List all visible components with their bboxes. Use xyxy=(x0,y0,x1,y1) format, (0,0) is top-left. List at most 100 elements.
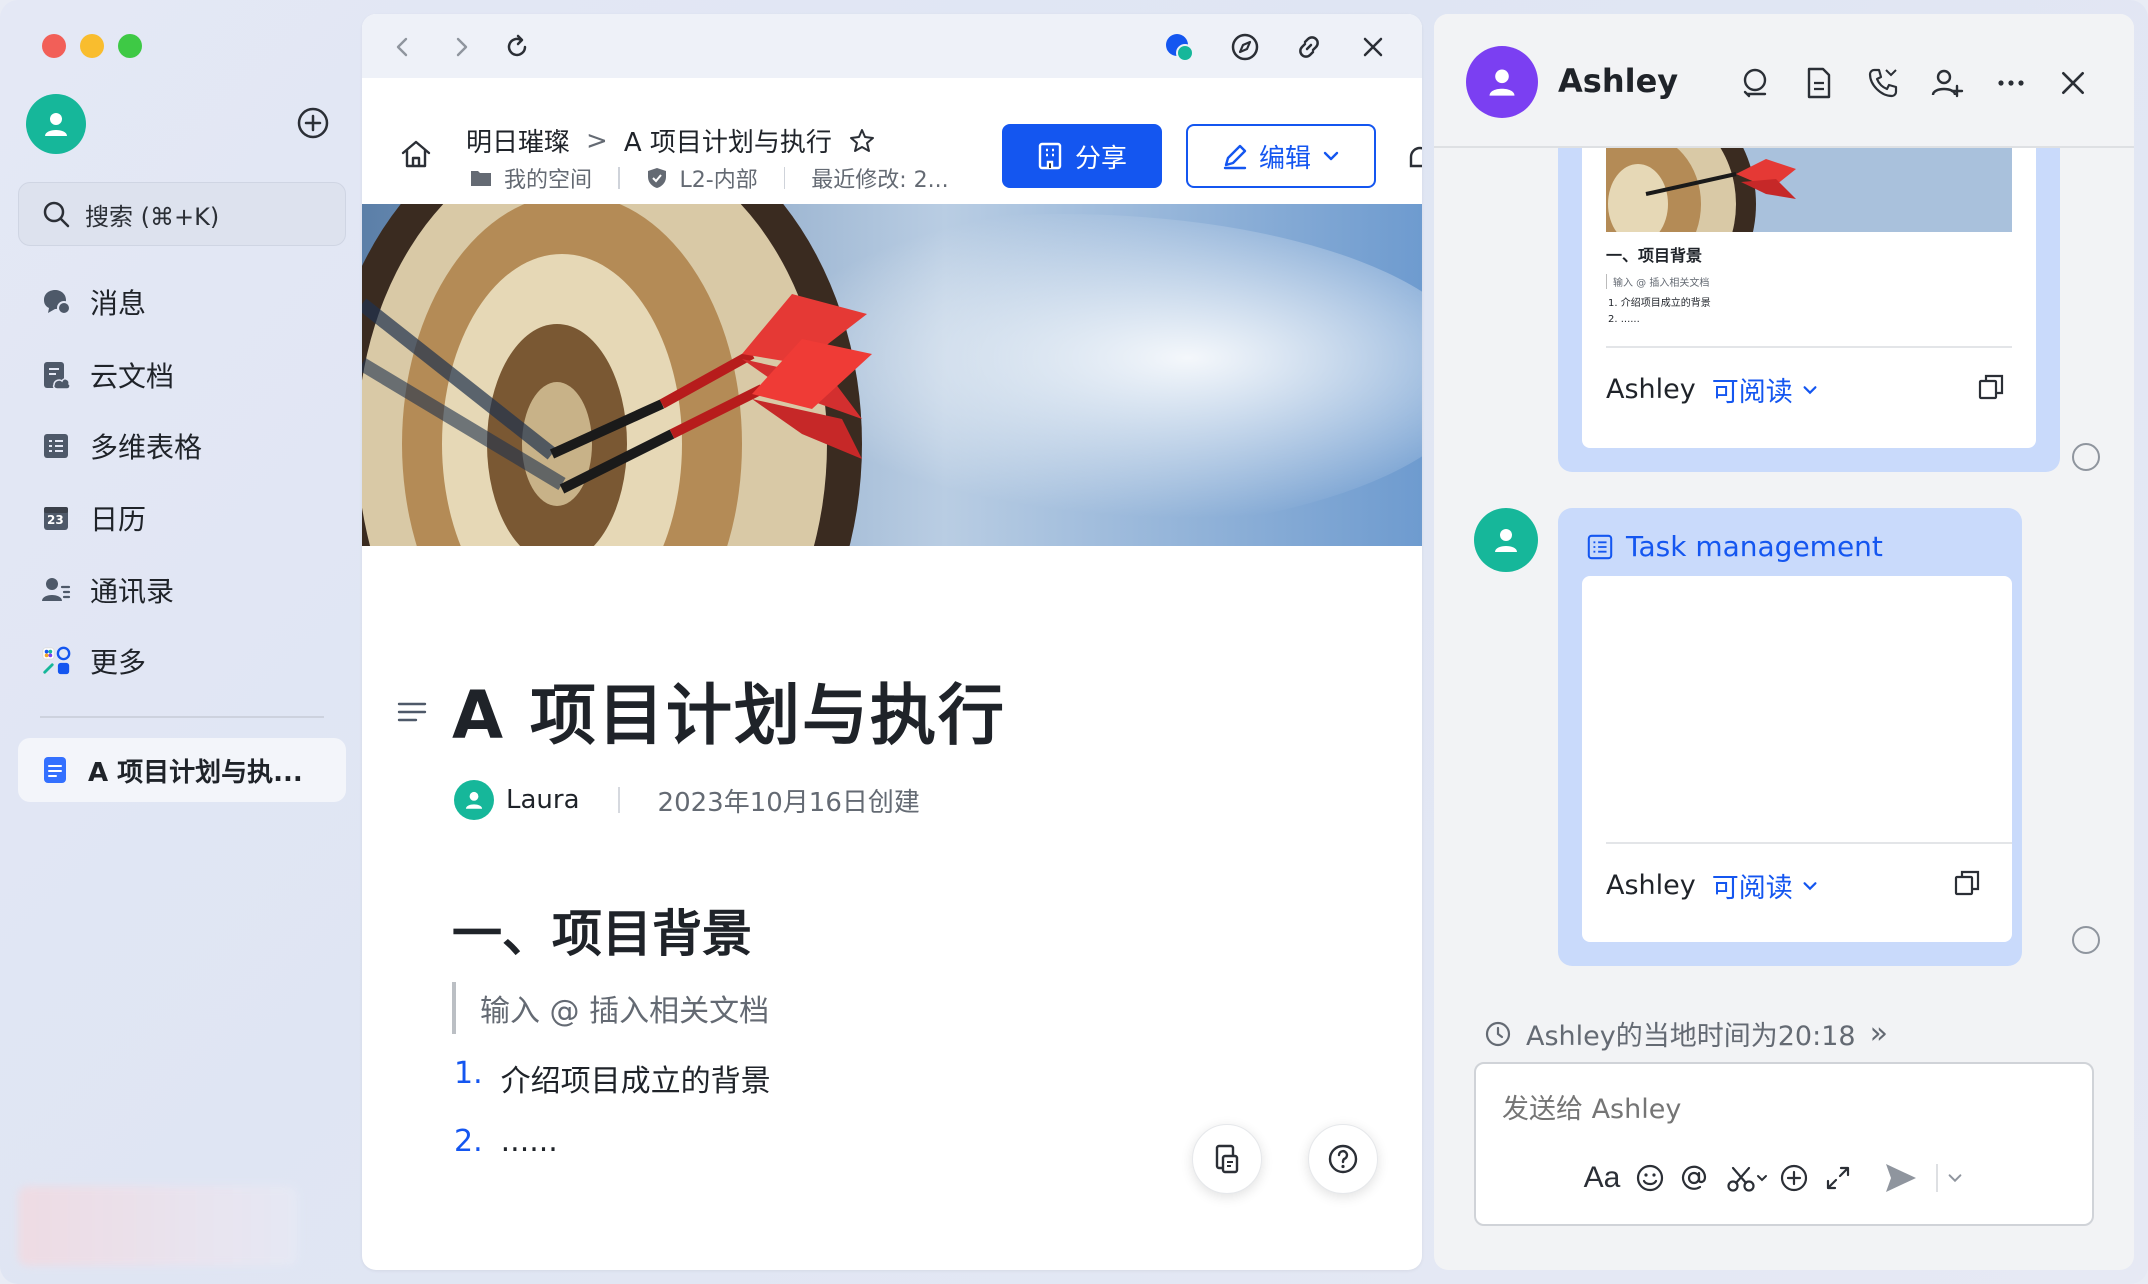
last-modified: 最近修改: 2... xyxy=(811,168,949,193)
back-button[interactable] xyxy=(386,30,420,64)
close-window-button[interactable] xyxy=(42,34,66,58)
chat-toggle-button[interactable] xyxy=(1162,30,1196,64)
minimize-window-button[interactable] xyxy=(80,34,104,58)
edit-label: 编辑 xyxy=(1258,143,1311,174)
outline-icon xyxy=(397,702,427,722)
plus-circle-icon xyxy=(297,107,329,139)
screenshot-button[interactable] xyxy=(1722,1158,1772,1198)
message-input-box[interactable]: Aa xyxy=(1474,1062,2094,1226)
person-icon xyxy=(45,113,67,136)
add-button[interactable] xyxy=(296,106,330,140)
sidebar-item-calendar[interactable]: 23 日历 xyxy=(40,493,146,543)
list-number: 2. xyxy=(454,1124,483,1159)
star-icon[interactable] xyxy=(848,127,876,155)
list-text: ...... xyxy=(500,1124,558,1159)
table-card[interactable]: Ashley 可阅读 xyxy=(1582,576,2012,942)
doc-tools-button[interactable] xyxy=(1192,1124,1262,1194)
task-card-title[interactable]: Task management xyxy=(1586,530,1883,563)
person-icon xyxy=(1489,69,1515,96)
browser-toolbar xyxy=(362,14,1422,78)
at-icon xyxy=(1681,1165,1707,1190)
list-number: 1. xyxy=(454,1056,483,1091)
contact-name[interactable]: Ashley xyxy=(1558,62,1678,100)
mention-button[interactable] xyxy=(1674,1158,1714,1198)
doc-card[interactable]: 一、项目背景 输入 @ 插入相关文档 1. 介绍项目成立的背景 2. .....… xyxy=(1582,134,2036,448)
send-divider xyxy=(1936,1164,1938,1192)
sidebar-item-more[interactable]: 更多 xyxy=(40,636,146,686)
share-button[interactable]: 分享 xyxy=(1002,124,1162,188)
sidebar-item-label: 消息 xyxy=(90,287,147,320)
doc-location[interactable]: 我的空间 xyxy=(504,162,592,194)
sidebar-item-contacts[interactable]: 通讯录 xyxy=(40,565,174,615)
dartboard-image xyxy=(362,204,1422,546)
card-preview-heading: 一、项目背景 xyxy=(1606,246,1703,265)
attach-more-button[interactable] xyxy=(1774,1158,1814,1198)
breadcrumb-parent[interactable]: 明日璀璨 xyxy=(466,122,570,159)
breadcrumb-current: A 项目计划与执行 xyxy=(623,128,832,158)
permission-dropdown[interactable]: 可阅读 xyxy=(1712,370,1819,409)
permission-label: 可阅读 xyxy=(1711,873,1793,904)
contact-avatar[interactable] xyxy=(1466,46,1538,118)
home-button[interactable] xyxy=(398,136,434,176)
edit-button[interactable]: 编辑 xyxy=(1186,124,1376,188)
permission-dropdown[interactable]: 可阅读 xyxy=(1712,866,1819,905)
help-button[interactable] xyxy=(1308,1124,1378,1194)
call-button[interactable] xyxy=(1864,64,1902,102)
chevron-down-icon xyxy=(1948,1174,1962,1183)
search-chat-button[interactable] xyxy=(1736,64,1774,102)
send-options-button[interactable] xyxy=(1940,1158,1970,1198)
window-controls xyxy=(42,34,142,58)
sidebar-item-cloud-docs[interactable]: 云文档 xyxy=(40,350,174,400)
task-title-text: Task management xyxy=(1626,530,1883,563)
expand-input-button[interactable] xyxy=(1818,1158,1858,1198)
shield-icon xyxy=(647,168,666,188)
emoji-button[interactable] xyxy=(1630,1158,1670,1198)
permission-label: 可阅读 xyxy=(1711,377,1793,408)
send-button[interactable] xyxy=(1876,1158,1926,1198)
author-name[interactable]: Laura xyxy=(506,785,580,815)
recent-doc-item[interactable]: A 项目计划与执... xyxy=(18,738,346,802)
copy-card-button[interactable] xyxy=(1952,868,1982,902)
close-chat-button[interactable] xyxy=(2054,64,2092,102)
sidebar-item-label: 云文档 xyxy=(90,360,175,393)
outline-button[interactable] xyxy=(396,696,428,732)
table-icon xyxy=(1587,534,1613,559)
compass-icon xyxy=(1231,33,1259,61)
copy-link-button[interactable] xyxy=(1292,30,1326,64)
search-input[interactable]: 搜索 (⌘+K) xyxy=(18,182,346,246)
add-member-button[interactable] xyxy=(1928,64,1966,102)
notification-bell-partial[interactable] xyxy=(1406,144,1422,174)
sidebar-item-bitable[interactable]: 多维表格 xyxy=(40,421,202,471)
document-panel: 明日璀璨 > A 项目计划与执行 我的空间 L2-内部 最近修改: 2... 分… xyxy=(362,14,1422,1270)
section-heading[interactable]: 一、项目背景 xyxy=(452,894,752,966)
sidebar-item-messages[interactable]: 消息 xyxy=(40,277,146,327)
forward-button[interactable] xyxy=(444,30,478,64)
copy-doc-icon xyxy=(1215,1144,1239,1174)
chat-header: Ashley xyxy=(1434,14,2134,148)
sidebar-item-label: 更多 xyxy=(90,646,147,679)
security-level[interactable]: L2-内部 xyxy=(680,162,758,194)
close-doc-button[interactable] xyxy=(1356,30,1390,64)
pencil-icon xyxy=(1223,144,1247,170)
copy-card-button[interactable] xyxy=(1976,372,2006,406)
sender-avatar[interactable] xyxy=(1474,508,1538,572)
author-avatar[interactable] xyxy=(454,780,494,820)
list-item[interactable]: 2. ...... xyxy=(454,1124,558,1159)
search-placeholder: 搜索 (⌘+K) xyxy=(85,202,220,231)
quote-text: 输入 @ 插入相关文档 xyxy=(480,994,770,1029)
explore-button[interactable] xyxy=(1228,30,1262,64)
chat-docs-button[interactable] xyxy=(1800,64,1838,102)
more-options-button[interactable] xyxy=(1992,64,2030,102)
list-item[interactable]: 1. 介绍项目成立的背景 xyxy=(454,1056,771,1100)
expand-time-icon[interactable]: » xyxy=(1870,1016,1888,1051)
question-icon xyxy=(1328,1144,1358,1174)
refresh-button[interactable] xyxy=(500,30,534,64)
message-input[interactable] xyxy=(1502,1094,2062,1125)
format-button[interactable]: Aa xyxy=(1582,1158,1622,1198)
card-footer: Ashley 可阅读 xyxy=(1606,370,1819,409)
user-avatar[interactable] xyxy=(26,94,86,154)
sidebar-item-label: 通讯录 xyxy=(90,575,175,608)
doc-title[interactable]: A 项目计划与执行 xyxy=(452,662,1006,758)
quote-block[interactable]: 输入 @ 插入相关文档 xyxy=(452,982,769,1034)
maximize-window-button[interactable] xyxy=(118,34,142,58)
